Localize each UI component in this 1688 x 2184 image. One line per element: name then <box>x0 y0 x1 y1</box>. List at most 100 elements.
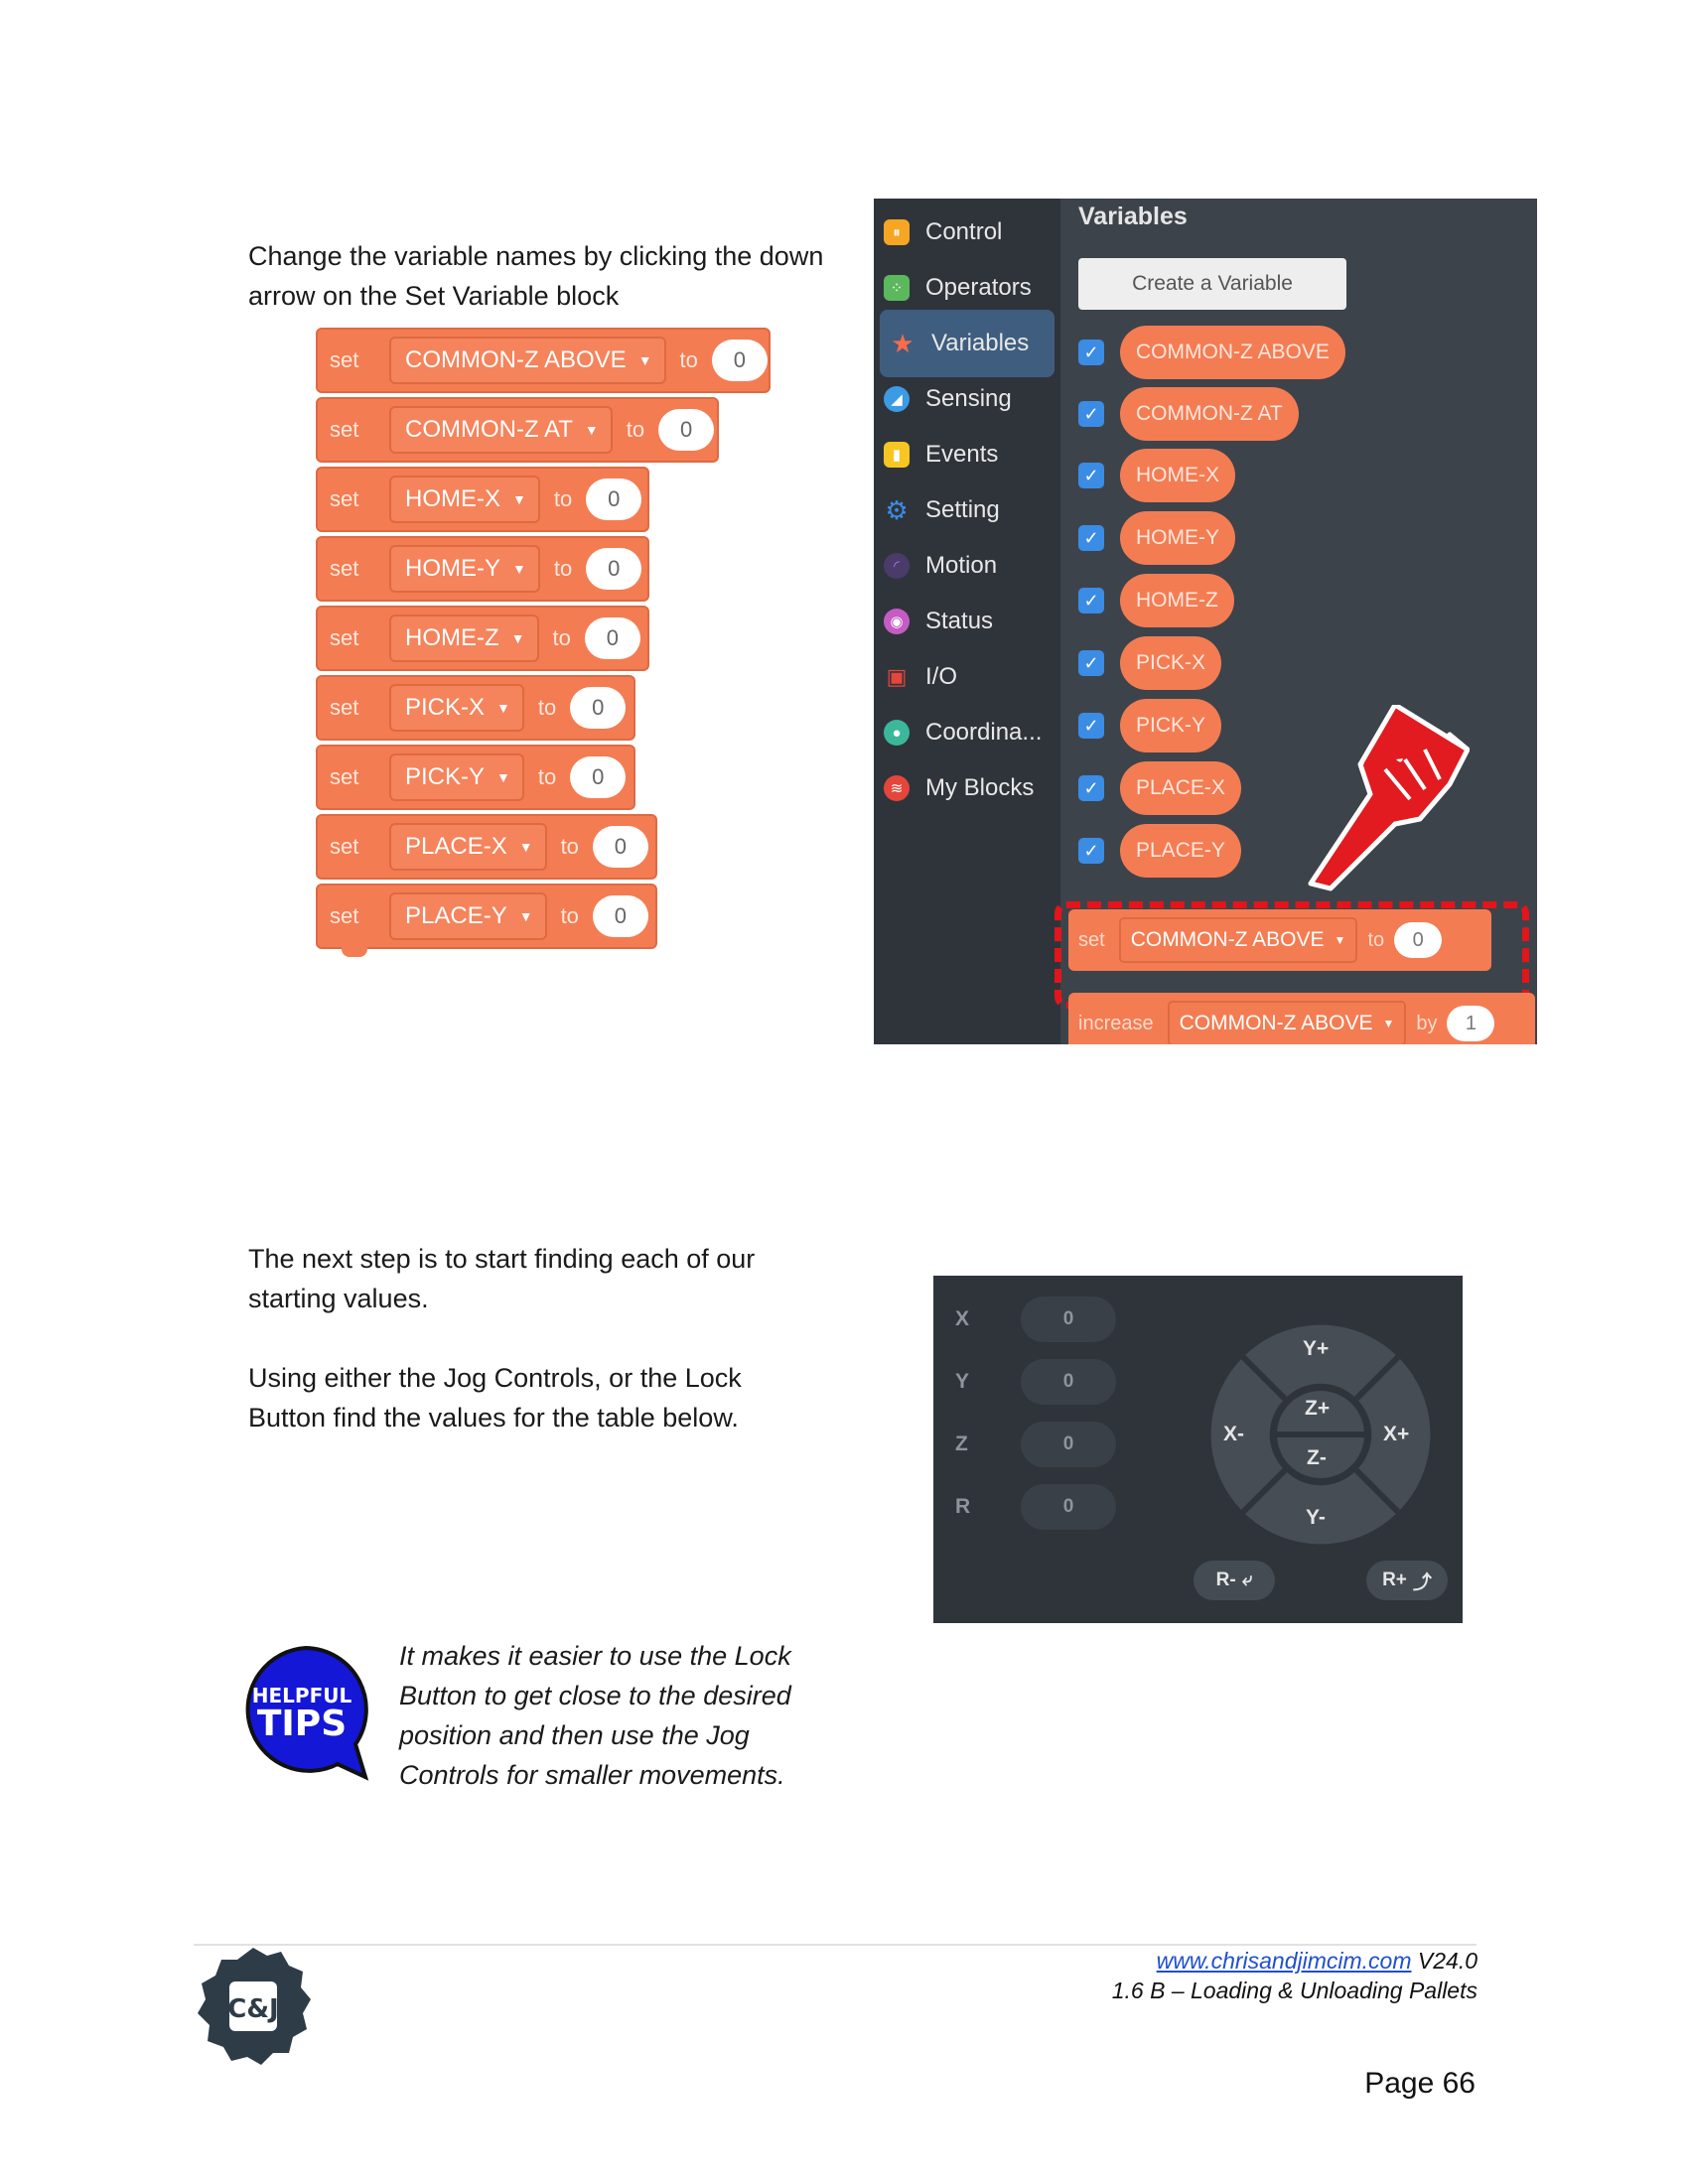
jog-y-minus-label: Y- <box>1306 1506 1326 1529</box>
set-block[interactable]: set PICK-Y ▼ to 0 <box>316 745 635 810</box>
tip-line-1: It makes it easier to use the Lock <box>399 1641 791 1671</box>
to-keyword: to <box>560 834 579 859</box>
jog-x-minus-label: X- <box>1223 1423 1244 1445</box>
value-input[interactable]: 1 <box>1447 1006 1495 1041</box>
jog-r-plus-button[interactable]: R+ ⤴ <box>1366 1561 1448 1600</box>
variable-dropdown[interactable]: HOME-Y ▼ <box>389 545 540 593</box>
axis-value: 0 <box>1021 1422 1116 1467</box>
dropdown-arrow-icon[interactable]: ▼ <box>519 839 533 855</box>
dropdown-arrow-icon[interactable]: ▼ <box>511 630 525 646</box>
variable-reporter[interactable]: PICK-X <box>1120 636 1222 690</box>
checkbox[interactable]: ✓ <box>1078 775 1104 801</box>
variable-reporter[interactable]: HOME-X <box>1120 449 1235 502</box>
value-input[interactable]: 0 <box>584 617 640 659</box>
variable-dropdown[interactable]: PLACE-X ▼ <box>389 823 547 871</box>
checkbox[interactable]: ✓ <box>1078 525 1104 551</box>
dropdown-arrow-icon[interactable]: ▼ <box>585 422 599 438</box>
jog-r-minus-button[interactable]: R- ⤶ <box>1194 1561 1275 1600</box>
jog-x-plus-label: X+ <box>1383 1423 1410 1445</box>
variable-reporter[interactable]: HOME-Z <box>1120 574 1234 627</box>
checkbox[interactable]: ✓ <box>1078 463 1104 488</box>
value-input[interactable]: 0 <box>711 340 768 381</box>
checkbox[interactable]: ✓ <box>1078 401 1104 427</box>
variable-reporter[interactable]: PLACE-X <box>1120 761 1241 815</box>
variable-dropdown[interactable]: PICK-X ▼ <box>389 684 524 732</box>
category-label: Setting <box>925 496 1000 523</box>
checkbox[interactable]: ✓ <box>1078 650 1104 676</box>
palette-increase-block[interactable]: increase COMMON-Z ABOVE ▼ by 1 <box>1068 993 1535 1044</box>
checkbox[interactable]: ✓ <box>1078 838 1104 864</box>
to-keyword: to <box>626 417 645 442</box>
create-variable-button[interactable]: Create a Variable <box>1078 258 1346 310</box>
variable-dropdown[interactable]: COMMON-Z ABOVE ▼ <box>1167 1001 1407 1044</box>
set-block[interactable]: set PLACE-Y ▼ to 0 <box>316 884 657 957</box>
set-keyword: set <box>330 903 359 928</box>
value-input[interactable]: 0 <box>592 826 648 868</box>
category-label: Events <box>925 441 999 468</box>
variable-dropdown[interactable]: HOME-X ▼ <box>389 476 540 523</box>
value-input[interactable]: 0 <box>586 548 642 590</box>
footer-subtitle: 1.6 B – Loading & Unloading Pallets <box>1111 1978 1477 2003</box>
status-icon: ◉ <box>884 609 910 634</box>
checkbox[interactable]: ✓ <box>1078 340 1104 365</box>
category-my-blocks[interactable]: ≋ My Blocks <box>874 754 1060 822</box>
value-input[interactable]: 0 <box>592 895 648 937</box>
value-input[interactable]: 0 <box>570 756 627 798</box>
my-blocks-icon: ≋ <box>884 775 910 801</box>
value-input[interactable]: 0 <box>570 687 627 729</box>
variable-reporter[interactable]: COMMON-Z AT <box>1120 387 1299 441</box>
variable-row: ✓ HOME-Y <box>1078 511 1235 565</box>
set-block[interactable]: set PLACE-X ▼ to 0 <box>316 814 657 880</box>
next-step-line-2: starting values. <box>248 1284 429 1313</box>
jog-instructions-line-1: Using either the Jog Controls, or the Lo… <box>248 1363 742 1393</box>
set-block[interactable]: set HOME-Y ▼ to 0 <box>316 536 649 602</box>
variable-dropdown[interactable]: PICK-Y ▼ <box>389 753 524 801</box>
variable-reporter[interactable]: PLACE-Y <box>1120 824 1241 878</box>
dropdown-arrow-icon[interactable]: ▼ <box>638 352 652 368</box>
variable-reporter[interactable]: COMMON-Z ABOVE <box>1120 326 1345 379</box>
dropdown-arrow-icon[interactable]: ▼ <box>512 561 526 577</box>
jog-z-minus-label: Z- <box>1307 1446 1327 1469</box>
value-input[interactable]: 0 <box>658 409 715 451</box>
value-input[interactable]: 0 <box>586 478 642 520</box>
variable-dropdown[interactable]: COMMON-Z ABOVE ▼ <box>389 337 666 384</box>
variable-dropdown[interactable]: HOME-Z ▼ <box>389 614 539 662</box>
variable-reporter[interactable]: PICK-Y <box>1120 699 1222 752</box>
category-label: I/O <box>925 663 958 690</box>
set-keyword: set <box>330 695 359 720</box>
r-plus-label: R+ <box>1382 1570 1407 1590</box>
increase-keyword: increase <box>1078 1012 1154 1034</box>
set-variable-block-stack: set COMMON-Z ABOVE ▼ to 0 set COMMON-Z AT… <box>316 328 773 963</box>
tip-line-3: position and then use the Jog <box>399 1720 750 1750</box>
dropdown-arrow-icon[interactable]: ▼ <box>496 700 510 716</box>
control-icon: ⏸ <box>884 219 910 245</box>
set-block[interactable]: set HOME-X ▼ to 0 <box>316 467 649 532</box>
website-link[interactable]: www.chrisandjimcim.com <box>1157 1948 1412 1974</box>
variable-dropdown[interactable]: PLACE-Y ▼ <box>389 892 547 940</box>
checkbox[interactable]: ✓ <box>1078 713 1104 739</box>
dropdown-arrow-icon[interactable]: ▼ <box>519 908 533 924</box>
dropdown-arrow-icon[interactable]: ▼ <box>496 769 510 785</box>
variable-name: PICK-Y <box>405 763 486 790</box>
set-block[interactable]: set PICK-X ▼ to 0 <box>316 675 635 741</box>
category-label: Control <box>925 218 1003 245</box>
set-block[interactable]: set COMMON-Z ABOVE ▼ to 0 <box>316 328 771 393</box>
checkbox[interactable]: ✓ <box>1078 588 1104 614</box>
sensing-icon: ◢ <box>884 386 910 412</box>
variable-name: PICK-X <box>405 694 486 721</box>
set-block[interactable]: set COMMON-Z AT ▼ to 0 <box>316 397 719 463</box>
variable-reporter[interactable]: HOME-Y <box>1120 511 1235 565</box>
set-keyword: set <box>330 556 359 581</box>
tip-text: It makes it easier to use the Lock Butto… <box>399 1636 791 1795</box>
variable-name: PLACE-Y <box>405 902 507 929</box>
location-pin-icon: ● <box>884 720 910 746</box>
to-keyword: to <box>537 695 557 720</box>
set-keyword: set <box>330 764 359 789</box>
pointing-hand-icon <box>1308 705 1470 891</box>
tip-line-4: Controls for smaller movements. <box>399 1760 785 1790</box>
variable-dropdown[interactable]: COMMON-Z AT ▼ <box>389 406 613 454</box>
set-block[interactable]: set HOME-Z ▼ to 0 <box>316 606 649 671</box>
dropdown-arrow-icon[interactable]: ▼ <box>1382 1017 1394 1030</box>
dropdown-arrow-icon[interactable]: ▼ <box>512 491 526 507</box>
operators-icon: ⁘ <box>884 275 910 301</box>
